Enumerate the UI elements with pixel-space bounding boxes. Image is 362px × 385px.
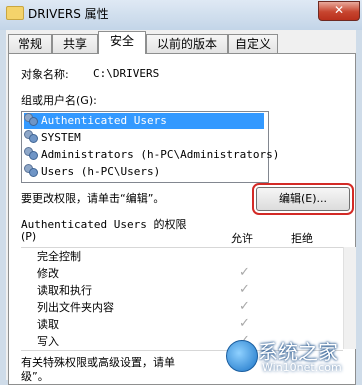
watermark-url: Win10net.com <box>262 361 342 374</box>
folder-icon <box>6 6 24 20</box>
permissions-divider <box>21 247 343 248</box>
permission-row: 读取 <box>37 318 59 331</box>
list-item[interactable]: Administrators (h-PC\Administrators) <box>24 147 279 163</box>
user-group-icon <box>24 147 38 160</box>
permissions-scrollbar[interactable] <box>343 247 356 349</box>
group-users-label: 组或用户名(G): <box>21 94 97 107</box>
edit-button[interactable]: 编辑(E)... <box>252 183 354 215</box>
object-name-label: 对象名称: <box>21 68 69 81</box>
permission-row: 写入 <box>37 335 59 348</box>
check-icon: ✓ <box>239 265 250 280</box>
list-item[interactable]: Users (h-PC\Users) <box>24 164 264 180</box>
close-button[interactable]: ✕ <box>318 1 360 21</box>
check-icon: ✓ <box>239 282 250 297</box>
allow-header: 允许 <box>231 232 253 245</box>
tab-customize[interactable]: 自定义 <box>228 34 278 53</box>
window-title: DRIVERS 属性 <box>28 7 109 21</box>
tab-general[interactable]: 常规 <box>8 34 52 53</box>
user-group-icon <box>24 164 38 177</box>
permissions-title-suffix: (P) <box>21 230 37 243</box>
user-group-icon <box>24 130 38 143</box>
title-bar: DRIVERS 属性 ✕ <box>0 0 362 30</box>
watermark-logo-icon <box>226 340 258 372</box>
list-item[interactable]: SYSTEM <box>24 130 264 146</box>
permission-row: 完全控制 <box>37 250 81 263</box>
tab-security[interactable]: 安全 <box>98 31 146 54</box>
users-listbox[interactable]: Authenticated Users SYSTEM Administrator… <box>21 111 279 183</box>
dialog-client: 常规 共享 安全 以前的版本 自定义 对象名称: C:\DRIVERS 组或用户… <box>6 30 356 385</box>
permissions-title: Authenticated Users 的权限 <box>21 218 187 231</box>
permission-row: 修改 <box>37 267 59 280</box>
check-icon: ✓ <box>239 316 250 331</box>
tab-sharing[interactable]: 共享 <box>52 34 98 53</box>
tab-previous-versions[interactable]: 以前的版本 <box>146 34 228 53</box>
check-icon: ✓ <box>239 299 250 314</box>
user-group-icon <box>24 113 38 126</box>
special-permissions-hint-2: 级”。 <box>21 370 49 383</box>
permission-row: 列出文件夹内容 <box>37 301 114 314</box>
list-item[interactable]: Authenticated Users <box>24 113 264 129</box>
permission-row: 读取和执行 <box>37 284 92 297</box>
object-name-value: C:\DRIVERS <box>93 67 160 80</box>
change-permissions-hint: 要更改权限，请单击“编辑”。 <box>21 192 165 205</box>
deny-header: 拒绝 <box>291 232 313 245</box>
